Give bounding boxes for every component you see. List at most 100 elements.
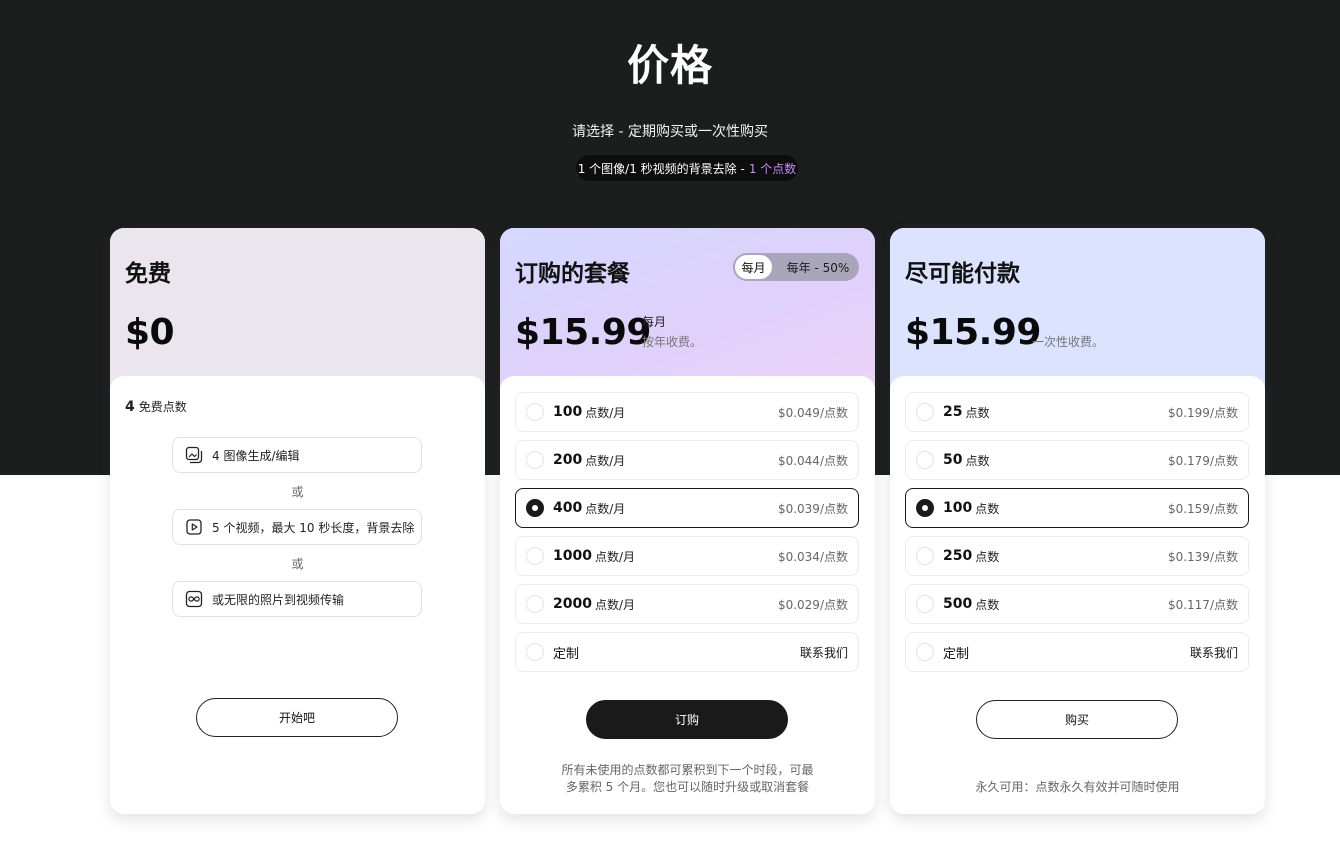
plan-amount: 500 <box>943 596 973 612</box>
free-plan-card: 免费 $0 4 免费点数 4 图像生成/编辑 或 5 个视频，最大 10 秒长度，… <box>110 228 485 814</box>
plan-option-2000[interactable]: 2000 点数/月 $0.029/点数 <box>515 584 859 624</box>
credit-option-100[interactable]: 100 点数 $0.159/点数 <box>905 488 1249 528</box>
credit-info-text: 1 个图像/1 秒视频的背景去除 - <box>577 161 745 176</box>
or-separator: 或 <box>291 485 304 499</box>
subscription-price-note: 每月 按年收费。 <box>642 312 702 352</box>
radio-button[interactable] <box>916 547 934 565</box>
plan-rate: $0.159/点数 <box>1167 501 1238 516</box>
free-card-header: 免费 $0 <box>110 228 485 398</box>
contact-us-link[interactable]: 联系我们 <box>1190 644 1238 661</box>
free-price: $0 <box>125 312 175 353</box>
one-time-card-body: 25 点数 $0.199/点数 50 点数 $0.179/点数 100 点数 $… <box>890 376 1265 814</box>
plan-amount: 50 <box>943 452 963 468</box>
radio-button[interactable] <box>916 451 934 469</box>
subscription-price-billing: 按年收费。 <box>642 335 703 349</box>
radio-button[interactable] <box>526 403 544 421</box>
play-video-icon <box>186 519 202 535</box>
plan-unit: 点数/月 <box>594 549 636 564</box>
plan-rate: $0.117/点数 <box>1167 597 1238 612</box>
plan-option-1000[interactable]: 1000 点数/月 $0.034/点数 <box>515 536 859 576</box>
radio-button[interactable] <box>916 595 934 613</box>
credit-option-250[interactable]: 250 点数 $0.139/点数 <box>905 536 1249 576</box>
contact-us-link[interactable]: 联系我们 <box>800 644 848 661</box>
radio-button[interactable] <box>526 451 544 469</box>
free-card-body: 4 免费点数 4 图像生成/编辑 或 5 个视频，最大 10 秒长度，背景去除 或 <box>110 376 485 814</box>
radio-button[interactable] <box>916 643 934 661</box>
plan-rate: $0.049/点数 <box>777 405 848 420</box>
plan-amount: 100 <box>943 500 973 516</box>
plan-amount: 250 <box>943 548 973 564</box>
plan-rate: $0.179/点数 <box>1167 453 1238 468</box>
plan-unit: 点数/月 <box>585 453 626 468</box>
plan-rate: $0.044/点数 <box>777 453 848 468</box>
plan-amount: 400 <box>553 500 583 516</box>
subscribe-button[interactable]: 订购 <box>586 700 788 739</box>
radio-button[interactable] <box>526 643 544 661</box>
radio-button[interactable] <box>526 595 544 613</box>
subscription-price: $15.99 <box>515 312 651 353</box>
one-time-card-title: 尽可能付款 <box>905 261 1020 287</box>
get-started-button[interactable]: 开始吧 <box>196 698 398 737</box>
subscription-footnote-line2: 多累积 5 个月。您也可以随时升级或取消套餐 <box>565 780 810 794</box>
one-time-plan-card: 尽可能付款 $15.99 一次性收费。 25 点数 $0.199/点数 50 点… <box>890 228 1265 814</box>
subscription-plan-card: 订购的套餐 每月 每年 - 50% $15.99 每月 按年收费。 100 点数… <box>500 228 875 814</box>
toggle-yearly[interactable]: 每年 - 50% <box>777 253 859 281</box>
one-time-price-note: 一次性收费。 <box>1032 332 1104 352</box>
plan-amount: 2000 <box>553 596 592 612</box>
credit-option-50[interactable]: 50 点数 $0.179/点数 <box>905 440 1249 480</box>
radio-button-selected[interactable] <box>526 499 544 517</box>
credit-info-accent: 1 个点数 <box>748 161 797 176</box>
free-credits: 4 免费点数 <box>125 398 187 415</box>
plan-rate: $0.034/点数 <box>777 549 848 564</box>
credit-option-custom[interactable]: 定制 联系我们 <box>905 632 1249 672</box>
plan-unit: 点数 <box>975 501 1000 516</box>
buy-button[interactable]: 购买 <box>976 700 1178 739</box>
one-time-price: $15.99 <box>905 312 1041 353</box>
plan-rate: $0.139/点数 <box>1167 549 1238 564</box>
radio-button-selected[interactable] <box>916 499 934 517</box>
plan-option-custom[interactable]: 定制 联系我们 <box>515 632 859 672</box>
infinity-icon <box>185 590 203 608</box>
radio-button[interactable] <box>916 403 934 421</box>
plan-unit: 点数 <box>975 549 1000 564</box>
feature-image-edit-label: 4 图像生成/编辑 <box>212 448 300 463</box>
credit-info-pill: 1 个图像/1 秒视频的背景去除 - 1 个点数 <box>576 155 798 181</box>
feature-video-label: 5 个视频，最大 10 秒长度，背景去除 <box>212 520 415 535</box>
plan-unit: 点数/月 <box>585 501 626 516</box>
subscription-card-body: 100 点数/月 $0.049/点数 200 点数/月 $0.044/点数 40… <box>500 376 875 814</box>
plan-unit: 点数 <box>965 405 990 420</box>
toggle-monthly[interactable]: 每月 <box>735 255 772 279</box>
or-separator: 或 <box>291 557 304 571</box>
plan-rate: $0.029/点数 <box>777 597 848 612</box>
subscription-price-period: 每月 <box>642 315 667 329</box>
one-time-card-header: 尽可能付款 $15.99 一次性收费。 <box>890 228 1265 398</box>
plan-unit: 点数 <box>975 597 1000 612</box>
subscription-card-title: 订购的套餐 <box>515 261 630 287</box>
plan-amount: 25 <box>943 404 963 420</box>
plan-rate: $0.039/点数 <box>777 501 848 516</box>
page-title: 价格 <box>626 41 713 90</box>
page-subtitle: 请选择 - 定期购买或一次性购买 <box>572 124 768 140</box>
free-credits-number: 4 <box>125 399 135 415</box>
subscription-card-header: 订购的套餐 每月 每年 - 50% $15.99 每月 按年收费。 <box>500 228 875 398</box>
feature-photo-to-video: 或无限的照片到视频传输 <box>172 581 422 617</box>
plan-rate: $0.199/点数 <box>1167 405 1238 420</box>
plan-option-200[interactable]: 200 点数/月 $0.044/点数 <box>515 440 859 480</box>
one-time-price-billing: 一次性收费。 <box>1032 335 1105 349</box>
plan-amount: 100 <box>553 404 583 420</box>
feature-video: 5 个视频，最大 10 秒长度，背景去除 <box>172 509 422 545</box>
free-card-title: 免费 <box>125 261 171 287</box>
plan-unit: 点数 <box>965 453 990 468</box>
plan-custom-label: 定制 <box>553 646 580 662</box>
credit-option-500[interactable]: 500 点数 $0.117/点数 <box>905 584 1249 624</box>
plan-option-100[interactable]: 100 点数/月 $0.049/点数 <box>515 392 859 432</box>
free-credits-label: 免费点数 <box>138 400 187 414</box>
image-edit-icon <box>185 446 203 464</box>
credit-option-25[interactable]: 25 点数 $0.199/点数 <box>905 392 1249 432</box>
feature-photo-to-video-label: 或无限的照片到视频传输 <box>212 592 345 607</box>
feature-image-edit: 4 图像生成/编辑 <box>172 437 422 473</box>
radio-button[interactable] <box>526 547 544 565</box>
billing-period-toggle[interactable]: 每月 每年 - 50% <box>733 253 859 281</box>
plan-option-400[interactable]: 400 点数/月 $0.039/点数 <box>515 488 859 528</box>
plan-amount: 1000 <box>553 548 592 564</box>
